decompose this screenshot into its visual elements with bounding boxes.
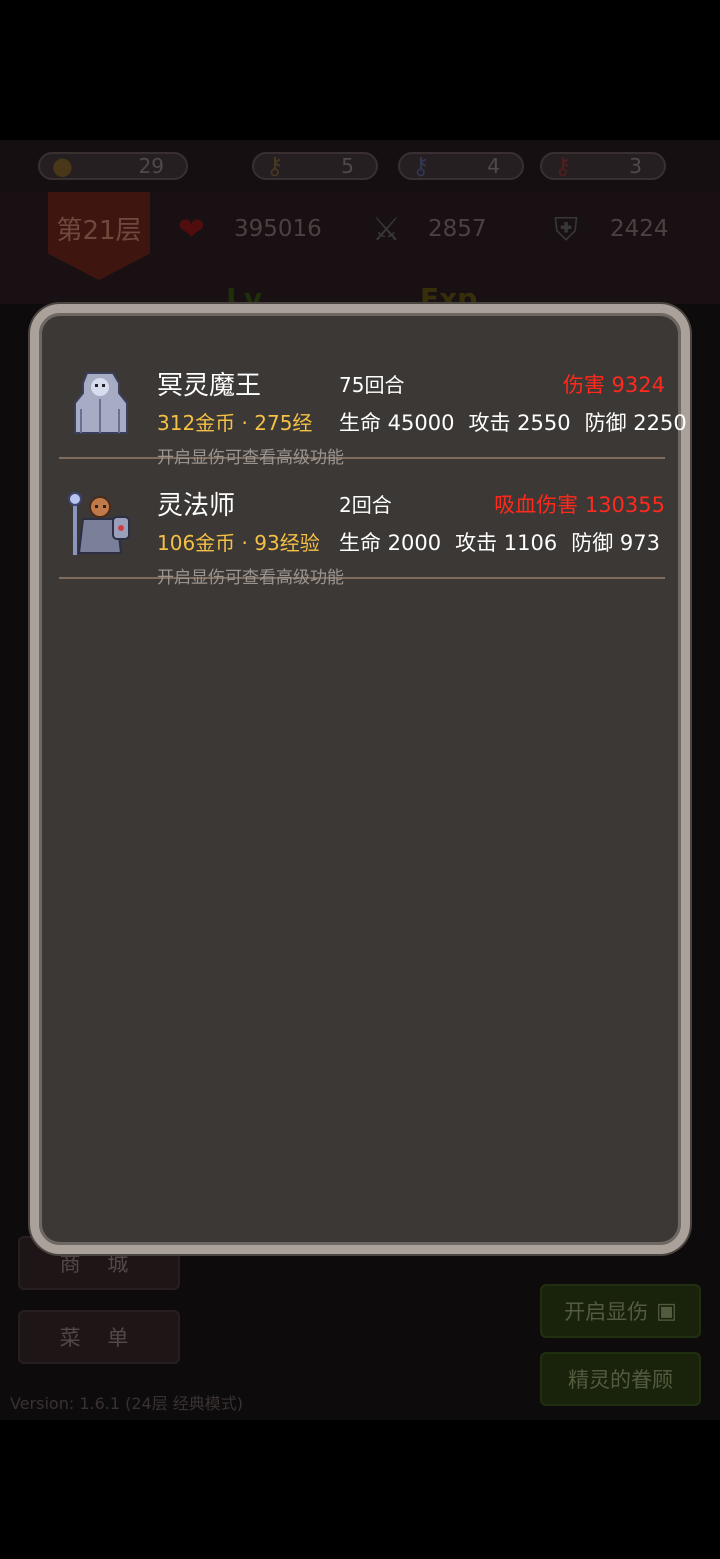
advanced-feature-hint: 开启显伤可查看高级功能 [157,568,344,588]
monster-manual-dialog: 冥灵魔王 75回合 伤害 9324 312金币 · 275经 生命 45000 攻… [30,304,690,1254]
monster-reward: 312金币 · 275经 [157,411,313,435]
monster-hp: 生命 2000 [339,531,442,555]
ghost-king-icon [67,369,133,439]
monster-attributes: 生命 2000 攻击 1106 防御 973 [339,527,674,557]
monster-row[interactable]: 冥灵魔王 75回合 伤害 9324 312金币 · 275经 生命 45000 攻… [59,337,687,468]
monster-damage: 伤害 9324 [562,373,665,397]
monster-attributes: 生命 45000 攻击 2550 防御 2250 [339,407,701,437]
monster-reward: 106金币 · 93经验 [157,531,320,555]
monster-defense: 防御 973 [571,531,661,555]
monster-hp: 生命 45000 [339,411,455,435]
monster-attack: 攻击 2550 [468,411,571,435]
monster-name: 灵法师 [157,491,236,521]
monster-attack: 攻击 1106 [455,531,558,555]
monster-name: 冥灵魔王 [157,371,262,401]
monster-row[interactable]: 灵法师 2回合 吸血伤害 130355 106金币 · 93经验 生命 2000… [59,457,665,588]
monster-rounds: 2回合 [339,493,392,517]
monster-defense: 防御 2250 [584,411,687,435]
monster-rounds: 75回合 [339,373,405,397]
spirit-mage-icon [67,489,133,559]
monster-damage: 吸血伤害 130355 [494,493,665,517]
